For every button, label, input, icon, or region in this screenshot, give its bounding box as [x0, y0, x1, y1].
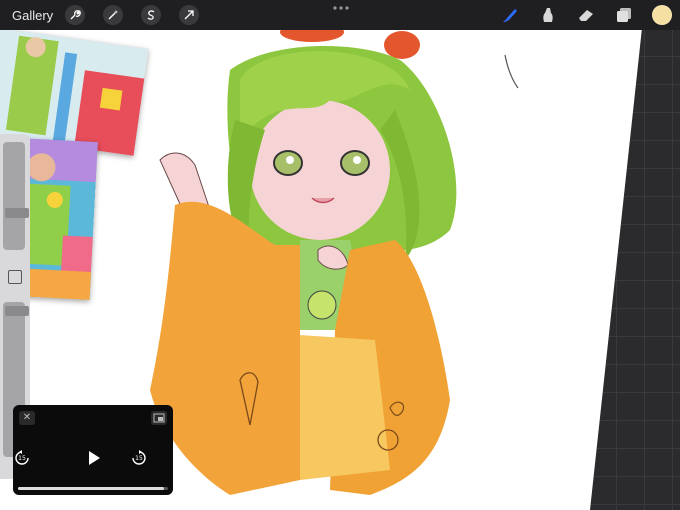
pip-progress-bar[interactable] — [18, 487, 168, 490]
skip-back-icon[interactable]: 15 — [13, 449, 31, 467]
brush-icon[interactable] — [500, 5, 520, 25]
skirt — [300, 335, 390, 480]
face — [250, 100, 390, 240]
pip-progress-fill — [18, 487, 164, 490]
svg-text:15: 15 — [18, 455, 26, 462]
color-picker-swatch[interactable] — [652, 5, 672, 25]
wrench-icon[interactable] — [65, 5, 86, 25]
more-options-icon[interactable] — [332, 4, 350, 12]
selection-icon[interactable] — [141, 5, 162, 25]
magic-wand-icon[interactable] — [103, 5, 124, 25]
opacity-thumb[interactable] — [5, 306, 29, 316]
layers-icon[interactable] — [614, 5, 634, 25]
svg-text:15: 15 — [135, 455, 143, 462]
gallery-button[interactable]: Gallery — [12, 8, 53, 23]
modify-button[interactable] — [8, 270, 22, 284]
brush-size-slider[interactable] — [3, 142, 29, 250]
pip-expand-button[interactable] — [151, 411, 167, 425]
brush-size-thumb[interactable] — [5, 208, 29, 218]
transform-arrow-icon[interactable] — [179, 5, 200, 25]
pip-close-button[interactable]: ✕ — [19, 411, 35, 425]
top-toolbar: Gallery — [0, 0, 680, 30]
eraser-icon[interactable] — [576, 5, 596, 25]
pip-video-player: ✕ 15 15 — [13, 405, 173, 495]
skip-forward-icon[interactable]: 15 — [130, 449, 148, 467]
play-icon[interactable] — [84, 449, 102, 467]
smudge-icon[interactable] — [538, 5, 558, 25]
